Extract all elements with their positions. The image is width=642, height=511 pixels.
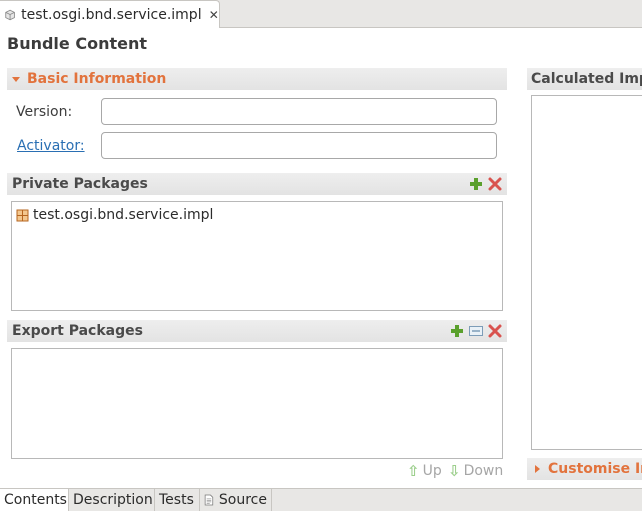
activator-field[interactable] bbox=[101, 132, 497, 159]
editor-tab-title: test.osgi.bnd.service.impl bbox=[21, 6, 202, 23]
up-arrow-icon: ⇧ bbox=[407, 462, 420, 480]
calculated-imports-title: Calculated Impo bbox=[531, 71, 642, 87]
version-field[interactable] bbox=[101, 98, 497, 125]
tab-tests-label: Tests bbox=[159, 492, 194, 508]
add-icon[interactable] bbox=[449, 323, 465, 339]
private-packages-list[interactable]: test.osgi.bnd.service.impl bbox=[11, 201, 503, 311]
activator-link[interactable]: Activator: bbox=[17, 138, 85, 154]
export-packages-title: Export Packages bbox=[12, 323, 143, 339]
private-packages-title: Private Packages bbox=[12, 176, 148, 192]
move-down-label: Down bbox=[463, 463, 504, 479]
customise-imports-header[interactable]: Customise Im bbox=[527, 458, 642, 480]
tab-description[interactable]: Description bbox=[69, 489, 155, 511]
private-packages-header: Private Packages bbox=[7, 173, 507, 195]
remove-icon[interactable] bbox=[487, 323, 503, 339]
tab-contents-label: Contents bbox=[4, 492, 67, 508]
basic-information-title: Basic Information bbox=[27, 71, 167, 87]
move-up-button[interactable]: ⇧ Up bbox=[407, 462, 442, 480]
tab-source[interactable]: Source bbox=[200, 489, 272, 511]
list-item[interactable]: test.osgi.bnd.service.impl bbox=[12, 205, 502, 225]
edit-icon[interactable] bbox=[468, 323, 484, 339]
close-icon[interactable]: ✕ bbox=[209, 9, 219, 21]
source-file-icon bbox=[204, 494, 214, 506]
package-label: test.osgi.bnd.service.impl bbox=[33, 207, 214, 223]
remove-icon[interactable] bbox=[487, 176, 503, 192]
tab-source-label: Source bbox=[218, 492, 267, 508]
calculated-imports-header: Calculated Impo bbox=[527, 68, 642, 90]
editor-tab[interactable]: test.osgi.bnd.service.impl ✕ bbox=[0, 0, 220, 28]
page-tab-bar: Contents Description Tests Source bbox=[0, 488, 642, 511]
export-packages-list[interactable] bbox=[11, 348, 503, 459]
basic-information-header[interactable]: Basic Information bbox=[7, 68, 507, 90]
down-arrow-icon: ⇩ bbox=[448, 462, 461, 480]
bundle-content-form: Bundle Content Basic Information Version… bbox=[0, 28, 642, 488]
move-up-label: Up bbox=[422, 463, 442, 479]
customise-imports-title: Customise Im bbox=[548, 461, 642, 477]
package-icon bbox=[16, 209, 29, 221]
add-icon[interactable] bbox=[468, 176, 484, 192]
version-label: Version: bbox=[16, 104, 73, 120]
expand-toggle-icon[interactable] bbox=[535, 465, 540, 473]
form-title: Bundle Content bbox=[7, 34, 147, 53]
calculated-imports-list[interactable] bbox=[531, 95, 642, 450]
editor-tab-bar: test.osgi.bnd.service.impl ✕ bbox=[0, 0, 642, 28]
tab-tests[interactable]: Tests bbox=[155, 489, 200, 511]
tab-contents[interactable]: Contents bbox=[0, 489, 69, 511]
bundle-file-icon bbox=[5, 9, 15, 20]
expand-toggle-icon[interactable] bbox=[12, 76, 20, 82]
export-packages-header: Export Packages bbox=[7, 320, 507, 342]
tab-description-label: Description bbox=[73, 492, 153, 508]
move-down-button[interactable]: ⇩ Down bbox=[448, 462, 503, 480]
